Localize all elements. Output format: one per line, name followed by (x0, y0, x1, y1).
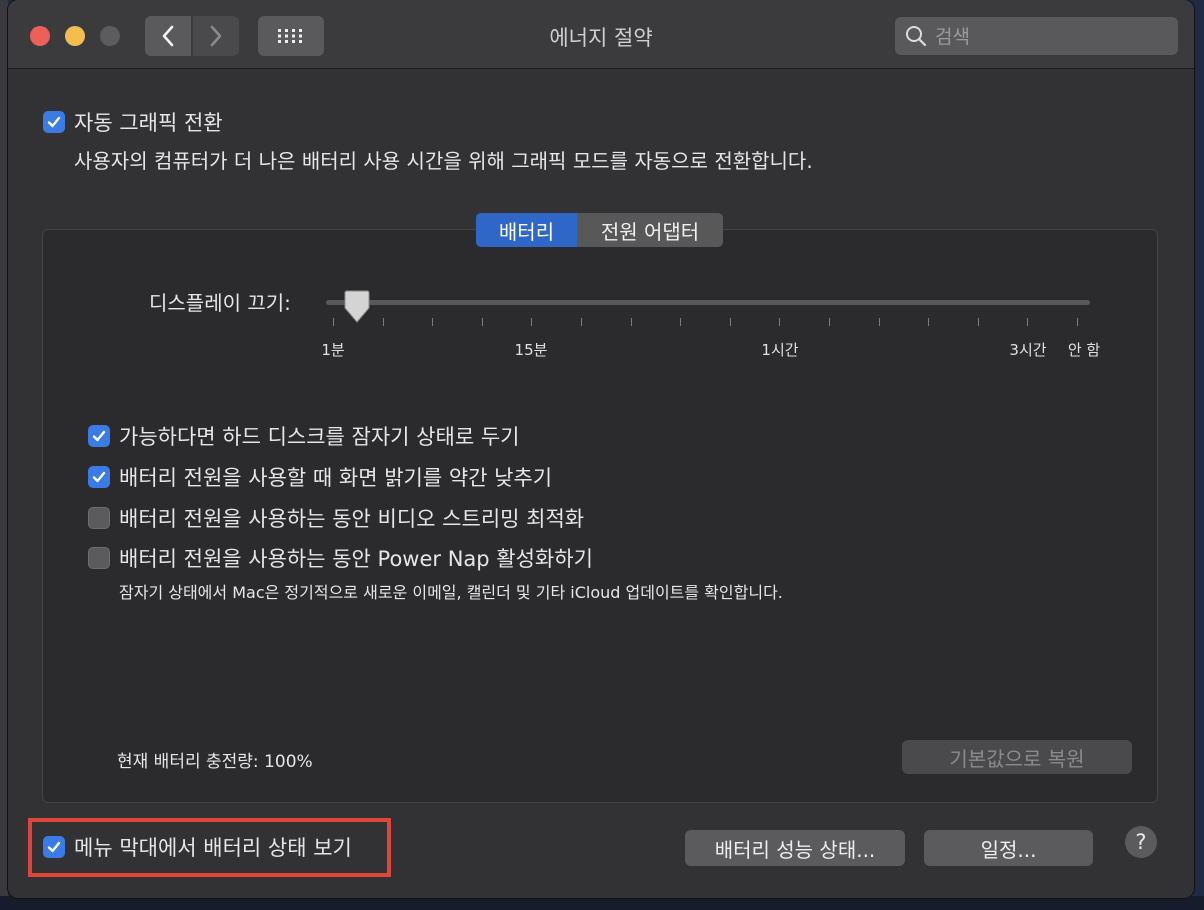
power-nap-label: 배터리 전원을 사용하는 동안 Power Nap 활성화하기 (119, 547, 593, 571)
dim-display-checkbox[interactable] (88, 466, 110, 488)
tab-power-adapter[interactable]: 전원 어댑터 (577, 213, 723, 247)
restore-defaults-button[interactable]: 기본값으로 복원 (902, 740, 1132, 774)
desktop-bottom (0, 896, 1204, 910)
auto-graphics-label: 자동 그래픽 전환 (74, 111, 223, 135)
battery-health-button[interactable]: 배터리 성능 상태... (685, 830, 905, 866)
slider-tick (1077, 318, 1078, 326)
slider-tick (879, 318, 880, 326)
tick-label-15min: 15분 (514, 341, 548, 359)
slider-tick (581, 318, 582, 326)
energy-saver-window: 에너지 절약 자동 그래픽 전환 사용자의 컴퓨터가 더 나은 배터리 사용 시… (8, 0, 1194, 898)
battery-charge-level: 현재 배터리 충전량: 100% (117, 752, 313, 772)
checkmark-icon (92, 471, 106, 483)
slider-tick (829, 318, 830, 326)
help-button[interactable]: ? (1125, 826, 1157, 858)
auto-graphics-description: 사용자의 컴퓨터가 더 나은 배터리 사용 시간을 위해 그래픽 모드를 자동으… (74, 149, 813, 173)
search-field[interactable] (895, 17, 1178, 57)
tick-label-never: 안 함 (1067, 341, 1101, 359)
auto-graphics-checkbox[interactable] (43, 111, 65, 133)
search-icon (906, 26, 927, 47)
checkmark-icon (47, 116, 61, 128)
tab-battery[interactable]: 배터리 (476, 213, 577, 247)
display-off-label: 디스플레이 끄기: (149, 291, 291, 315)
highlight-box (28, 818, 391, 877)
tick-label-3hours: 3시간 (1009, 341, 1047, 359)
hard-disk-sleep-checkbox[interactable] (88, 425, 110, 447)
dim-display-label: 배터리 전원을 사용할 때 화면 밝기를 약간 낮추기 (119, 466, 553, 490)
power-nap-description: 잠자기 상태에서 Mac은 정기적으로 새로운 이메일, 캘린더 및 기타 iC… (119, 583, 783, 602)
slider-tick (333, 318, 334, 326)
slider-tick (978, 318, 979, 326)
power-nap-checkbox[interactable] (88, 547, 110, 569)
slider-tick (1027, 318, 1028, 326)
video-streaming-checkbox[interactable] (88, 507, 110, 529)
display-off-slider[interactable] (326, 300, 1090, 305)
slider-tick (631, 318, 632, 326)
tick-label-1hour: 1시간 (761, 341, 799, 359)
checkmark-icon (92, 430, 106, 442)
tick-label-1min: 1분 (321, 341, 345, 359)
slider-tick (482, 318, 483, 326)
slider-tick (680, 318, 681, 326)
schedule-button[interactable]: 일정... (924, 830, 1093, 866)
slider-tick (383, 318, 384, 326)
slider-tick (779, 318, 780, 326)
slider-tick (730, 318, 731, 326)
slider-tick (432, 318, 433, 326)
hard-disk-sleep-label: 가능하다면 하드 디스크를 잠자기 상태로 두기 (119, 425, 520, 449)
slider-tick (531, 318, 532, 326)
search-input[interactable] (933, 17, 1172, 57)
desktop-edge (0, 0, 8, 910)
slider-thumb[interactable] (343, 290, 371, 324)
slider-tick (928, 318, 929, 326)
video-streaming-label: 배터리 전원을 사용하는 동안 비디오 스트리밍 최적화 (119, 507, 585, 531)
titlebar: 에너지 절약 (8, 0, 1194, 69)
